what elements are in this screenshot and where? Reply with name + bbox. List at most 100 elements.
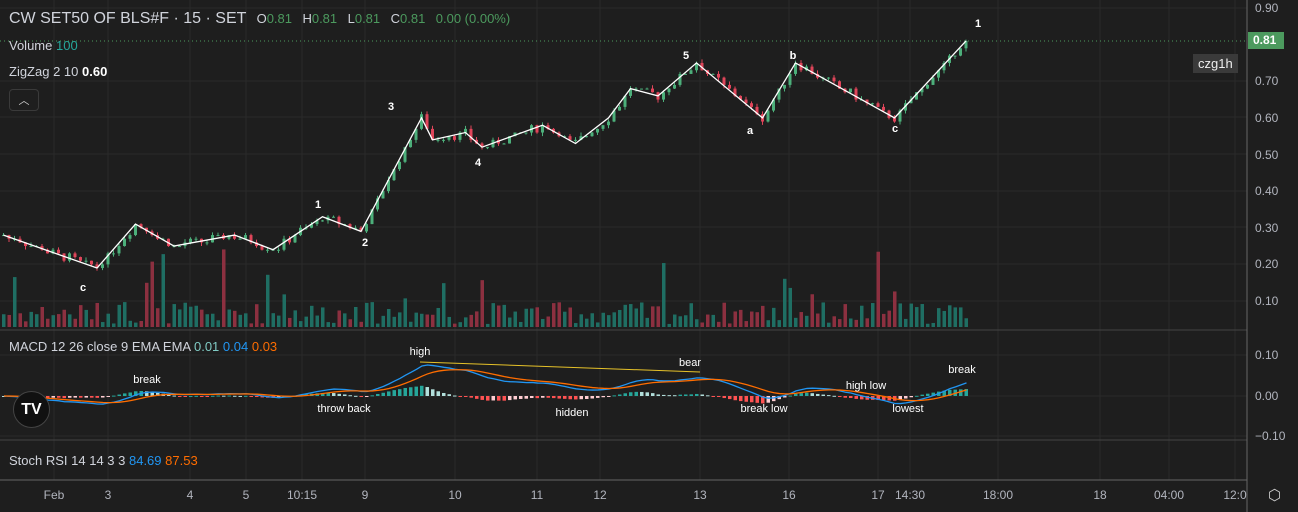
macd-histogram-bar [530, 396, 534, 399]
settings-icon[interactable]: ⬡ [1268, 486, 1281, 504]
volume-bar [722, 302, 726, 327]
zigzag-legend[interactable]: ZigZag 2 10 0.60 [9, 64, 107, 79]
volume-bar [117, 304, 121, 327]
macd-histogram-bar [486, 396, 490, 401]
volume-bar [651, 306, 655, 327]
macd-histogram-bar [387, 391, 391, 396]
volume-bar [222, 249, 226, 327]
candle [871, 103, 874, 105]
volume-bar [893, 291, 897, 327]
stoch-legend[interactable]: Stoch RSI 14 14 3 3 84.69 87.53 [9, 453, 198, 468]
candle [717, 73, 720, 78]
volume-bar [618, 309, 622, 327]
volume-bar [772, 307, 776, 327]
macd-annotation: high low [845, 380, 887, 392]
macd-histogram-bar [810, 393, 814, 396]
volume-bar [860, 305, 864, 327]
volume-bar [326, 322, 330, 327]
volume-bar [205, 314, 209, 327]
volume-bar [431, 314, 435, 327]
volume-bar [832, 316, 836, 327]
time-axis-label: 5 [242, 488, 250, 502]
volume-bar [464, 317, 468, 327]
candle [766, 110, 770, 122]
volume-bar [348, 319, 352, 327]
volume-bar [255, 304, 259, 327]
chart-canvas[interactable] [0, 0, 1298, 512]
volume-bar [480, 280, 484, 327]
candle [788, 73, 792, 85]
volume-bar [134, 322, 138, 327]
candle [68, 253, 71, 261]
price-axis-label: 0.90 [1255, 1, 1279, 15]
zigzag-wave-label: 5 [682, 50, 690, 62]
volume-bar [783, 278, 787, 327]
price-axis-label: 0.20 [1255, 257, 1279, 272]
time-axis-label: 13 [693, 488, 707, 502]
candle [321, 220, 324, 222]
volume-bar [172, 304, 176, 327]
candle [90, 260, 93, 265]
stoch-k-value: 84.69 [128, 453, 162, 468]
tradingview-logo[interactable]: TV [13, 391, 50, 428]
volume-bar [524, 308, 528, 327]
time-axis-label: 3 [104, 488, 112, 502]
macd-annotation: break low [740, 403, 788, 415]
macd-histogram-bar [189, 395, 193, 397]
chart-tag: czg1h [1193, 54, 1238, 73]
stoch-d-value: 87.53 [165, 453, 198, 468]
candle [502, 143, 506, 145]
low-label: L [347, 11, 355, 26]
time-axis-label: Feb [43, 488, 65, 502]
candle [128, 235, 132, 239]
volume-bar [145, 282, 149, 327]
volume-bar [876, 251, 880, 327]
macd-histogram-bar [178, 396, 182, 397]
macd-legend[interactable]: MACD 12 26 close 9 EMA EMA 0.01 0.04 0.0… [9, 339, 277, 354]
macd-histogram-bar [744, 396, 748, 402]
volume-bar [931, 322, 935, 327]
candle [953, 55, 957, 57]
macd-label: MACD 12 26 close 9 EMA EMA [9, 339, 191, 354]
volume-bar [728, 323, 732, 327]
volume-bar [596, 322, 600, 327]
zigzag-wave-label: 4 [474, 157, 482, 169]
candle [442, 139, 445, 141]
last-price-tag: 0.81 [1248, 32, 1284, 49]
volume-bar [211, 313, 215, 327]
candle [79, 257, 82, 261]
macd-histogram-bar [706, 395, 710, 397]
candle [645, 88, 649, 90]
macd-histogram-bar [508, 396, 512, 401]
volume-bar [458, 322, 462, 327]
macd-histogram-bar [563, 396, 567, 399]
macd-hist-value: 0.01 [193, 339, 220, 354]
volume-bar [640, 302, 644, 327]
volume-bar [13, 277, 17, 327]
volume-bar [497, 305, 501, 327]
price-axis-label: 0.60 [1255, 110, 1279, 125]
macd-histogram-bar [343, 394, 347, 396]
candle [926, 84, 929, 89]
stoch-label: Stoch RSI 14 14 3 3 [9, 453, 126, 468]
volume-legend[interactable]: Volume 100 [9, 38, 78, 53]
candle [453, 136, 456, 140]
volume-bar [425, 314, 429, 327]
volume-bar [194, 305, 198, 327]
macd-histogram-bar [392, 390, 396, 396]
macd-histogram-bar [106, 396, 110, 397]
volume-bar [733, 311, 737, 327]
collapse-legend-button[interactable]: ︿ [9, 89, 39, 111]
zigzag-wave-label: a [746, 125, 754, 137]
candle [689, 70, 693, 74]
macd-histogram-bar [854, 396, 858, 399]
volume-bar [915, 307, 919, 327]
macd-histogram-bar [227, 395, 231, 397]
volume-bar [871, 303, 875, 327]
volume-bar [535, 307, 539, 327]
volume-bar [634, 308, 638, 327]
volume-bar [79, 305, 83, 327]
volume-bar [106, 313, 110, 327]
volume-bar [557, 302, 561, 327]
macd-histogram-bar [805, 392, 809, 396]
